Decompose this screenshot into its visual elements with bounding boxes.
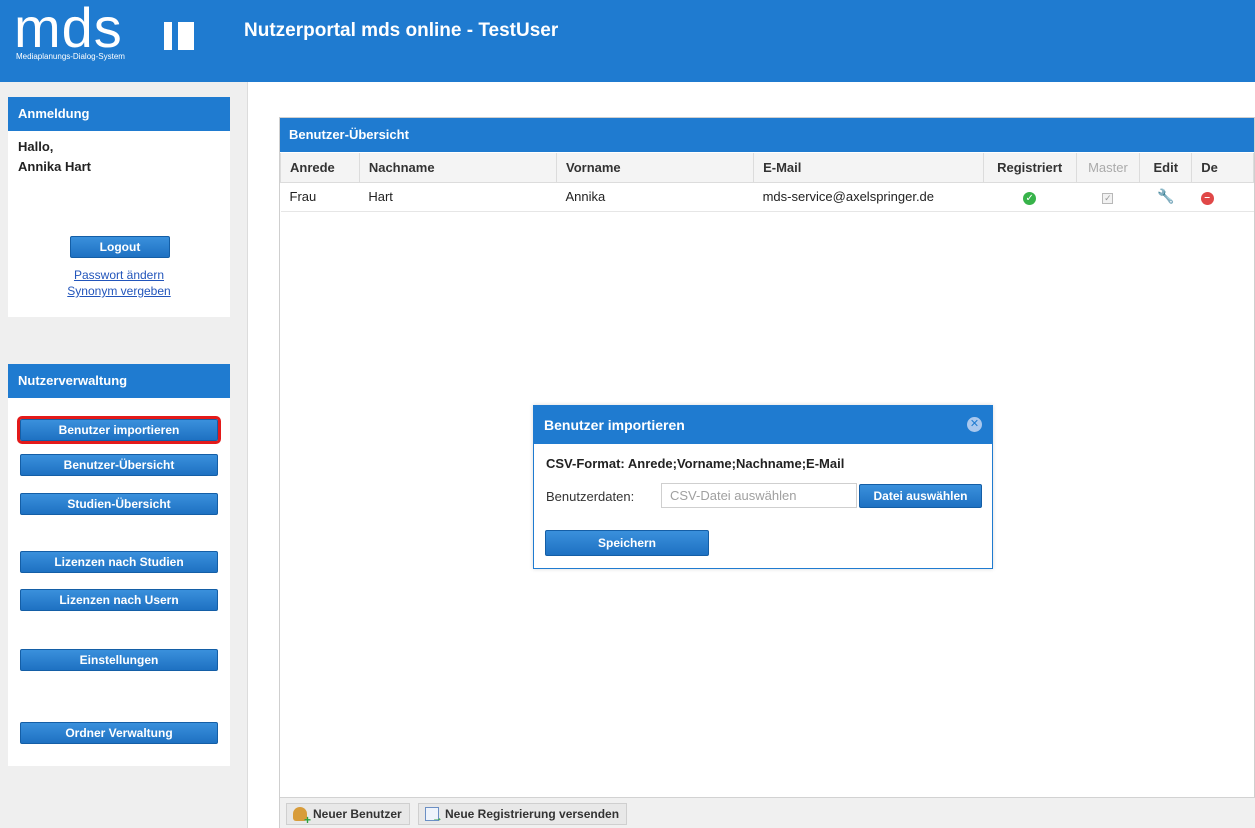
- app-header: mds Mediaplanungs-Dialog-System Nutzerpo…: [0, 0, 1255, 82]
- import-users-button[interactable]: Benutzer importieren: [17, 416, 221, 444]
- send-registration-label: Neue Registrierung versenden: [445, 807, 620, 821]
- column-header-vorname[interactable]: Vorname: [555, 153, 755, 183]
- save-button[interactable]: Speichern: [545, 530, 709, 556]
- send-mail-icon: [425, 807, 443, 823]
- minus-circle-icon[interactable]: –: [1200, 192, 1214, 205]
- csv-format-hint: CSV-Format: Anrede;Vorname;Nachname;E-Ma…: [546, 456, 845, 471]
- dialog-title: Benutzer importieren: [534, 406, 992, 444]
- check-circle-icon: ✓: [1023, 191, 1037, 205]
- table-footer-toolbar: Neuer Benutzer Neue Registrierung versen…: [280, 797, 1255, 828]
- mds-logo: mds Mediaplanungs-Dialog-System: [14, 0, 204, 68]
- user-table: Anrede Nachname Vorname E-Mail Registrie…: [280, 153, 1254, 212]
- cell-edit: 🔧: [1139, 182, 1192, 212]
- checkbox-icon: ✓: [1102, 193, 1114, 204]
- table-row[interactable]: Frau Hart Annika mds-service@axelspringe…: [280, 182, 1254, 212]
- folder-management-button[interactable]: Ordner Verwaltung: [20, 722, 218, 744]
- logo-square-icon: [164, 22, 194, 50]
- licenses-by-user-button[interactable]: Lizenzen nach Usern: [20, 589, 218, 611]
- login-panel: Anmeldung Hallo, Annika Hart Logout Pass…: [8, 97, 230, 317]
- cell-vorname: Annika: [556, 182, 754, 212]
- logout-button[interactable]: Logout: [70, 236, 170, 258]
- column-header-registriert[interactable]: Registriert: [982, 153, 1077, 183]
- logo-subtitle: Mediaplanungs-Dialog-System: [16, 52, 125, 61]
- wrench-icon[interactable]: 🔧: [1157, 188, 1174, 205]
- greeting: Hallo,: [18, 139, 54, 154]
- column-header-master[interactable]: Master: [1075, 153, 1141, 183]
- user-admin-panel: Nutzerverwaltung Benutzer importieren Be…: [8, 364, 230, 766]
- cell-delete: –: [1191, 182, 1254, 212]
- cell-anrede: Frau: [280, 182, 360, 212]
- settings-button[interactable]: Einstellungen: [20, 649, 218, 671]
- user-overview-button[interactable]: Benutzer-Übersicht: [20, 454, 218, 476]
- assign-synonym-link[interactable]: Synonym vergeben: [8, 283, 230, 299]
- user-overview-title: Benutzer-Übersicht: [280, 118, 1254, 152]
- cell-master: ✓: [1076, 182, 1140, 212]
- choose-file-button[interactable]: Datei auswählen: [859, 484, 982, 508]
- new-user-button[interactable]: Neuer Benutzer: [286, 803, 410, 825]
- column-header-delete[interactable]: De: [1191, 153, 1254, 183]
- login-panel-title: Anmeldung: [8, 97, 230, 131]
- import-users-dialog: Benutzer importieren ✕ CSV-Format: Anred…: [533, 405, 993, 569]
- study-overview-button[interactable]: Studien-Übersicht: [20, 493, 218, 515]
- column-header-anrede[interactable]: Anrede: [280, 153, 360, 183]
- cell-nachname: Hart: [359, 182, 557, 212]
- cell-email: mds-service@axelspringer.de: [753, 182, 984, 212]
- user-data-label: Benutzerdaten:: [546, 489, 635, 504]
- column-header-nachname[interactable]: Nachname: [358, 153, 557, 183]
- table-header-row: Anrede Nachname Vorname E-Mail Registrie…: [280, 153, 1254, 183]
- user-name: Annika Hart: [18, 159, 91, 174]
- close-icon[interactable]: ✕: [967, 417, 982, 432]
- csv-file-input[interactable]: [661, 483, 857, 508]
- new-user-label: Neuer Benutzer: [313, 807, 402, 821]
- column-header-edit[interactable]: Edit: [1139, 153, 1193, 183]
- column-header-email[interactable]: E-Mail: [753, 153, 984, 183]
- change-password-link[interactable]: Passwort ändern: [8, 267, 230, 283]
- add-user-icon: [293, 807, 311, 825]
- page-title: Nutzerportal mds online - TestUser: [244, 20, 559, 41]
- cell-registriert: ✓: [983, 182, 1077, 212]
- send-registration-button[interactable]: Neue Registrierung versenden: [418, 803, 627, 825]
- left-sidebar: Anmeldung Hallo, Annika Hart Logout Pass…: [0, 82, 248, 828]
- licenses-by-study-button[interactable]: Lizenzen nach Studien: [20, 551, 218, 573]
- logo-text: mds: [14, 0, 123, 59]
- user-admin-panel-title: Nutzerverwaltung: [8, 364, 230, 398]
